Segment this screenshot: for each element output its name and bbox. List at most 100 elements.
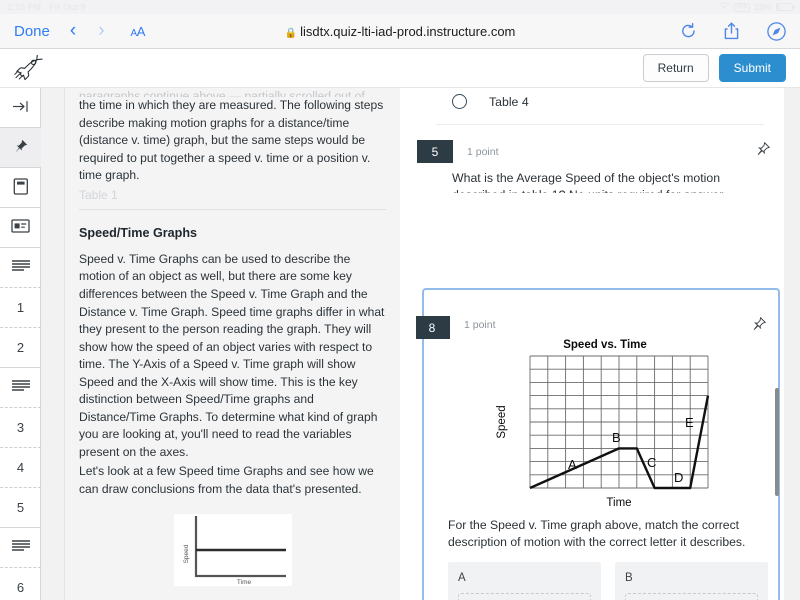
document-body-paragraph: Speed v. Time Graphs can be used to desc…	[79, 251, 385, 459]
rail-item-pin[interactable]	[0, 128, 41, 168]
chart-label-B: B	[612, 430, 621, 445]
question-5: 5 1 point What is the Average Speed of t…	[416, 140, 784, 193]
answer-card-a[interactable]: A No Answers Chosen	[448, 562, 601, 600]
paragraph-lines-icon	[11, 539, 31, 556]
pin-icon[interactable]	[752, 316, 767, 336]
question-8[interactable]: 8 1 point Speed vs. Time A B C D E Speed…	[416, 288, 780, 600]
chart-xlabel: Time	[606, 497, 631, 509]
rail-item-label: 4	[16, 460, 25, 475]
quiz-scrollbar-thumb[interactable]	[775, 388, 779, 496]
quiz-pane[interactable]: Table 4 5 1 point What is the Average Sp…	[416, 88, 784, 600]
document-divider	[79, 208, 386, 210]
paragraph-lines-icon	[11, 259, 31, 276]
document-clipped-heading: Table 1	[79, 187, 118, 199]
rail-item-paragraph-3[interactable]	[0, 528, 41, 568]
answer-dropzone[interactable]: No Answers Chosen	[625, 593, 758, 600]
radio-icon[interactable]	[452, 94, 467, 109]
status-bar-left: 2:15 PM Fri Oct 9	[7, 2, 86, 12]
rail-item-page-2[interactable]: 2	[0, 328, 41, 368]
question-8-number: 8	[416, 316, 450, 339]
paragraph-lines-icon	[11, 379, 31, 396]
rail-item-paragraph-1[interactable]	[0, 248, 41, 288]
question-5-number: 5	[417, 140, 453, 163]
battery-percent-label: 15%	[753, 2, 772, 12]
answer-dropzone-grid: A No Answers Chosen B No Answers Chosen …	[448, 562, 768, 600]
submit-button[interactable]: Submit	[718, 54, 786, 82]
chart-gridlines	[529, 355, 709, 489]
chart-ylabel: Speed	[496, 405, 508, 438]
done-button[interactable]: Done	[14, 23, 50, 40]
answer-option-label: Table 4	[489, 94, 529, 109]
book-icon	[13, 177, 29, 198]
return-button[interactable]: Return	[642, 54, 709, 82]
text-size-button[interactable]: AA	[131, 24, 146, 39]
answer-dropzone[interactable]: No Answers Chosen	[458, 593, 591, 600]
vpn-badge: VPN	[733, 2, 750, 12]
quiz-scrollbar-track[interactable]	[784, 88, 800, 600]
document-body-paragraph-2: Let's look at a few Speed time Graphs an…	[79, 464, 374, 496]
chart-title: Speed vs. Time	[563, 339, 647, 351]
mini-chart-ylabel: Speed	[183, 545, 190, 564]
chart-label-A: A	[568, 457, 577, 472]
mini-speed-time-chart: Speed Time	[173, 514, 292, 587]
rail-item-book[interactable]	[0, 168, 41, 208]
answer-letter: A	[458, 572, 466, 584]
safari-toolbar: Done ‹ › AA 🔒 lisdtx.quiz-lti-iad-prod.in…	[0, 14, 800, 49]
nav-buttons: ‹ ›	[70, 20, 105, 42]
rail-item-label: 1	[16, 300, 25, 315]
rail-item-collapse-panel[interactable]	[0, 88, 41, 128]
pin-icon[interactable]	[756, 141, 771, 161]
status-bar-time: 2:15 PM	[7, 2, 42, 12]
rail-item-note-card[interactable]	[0, 208, 41, 248]
address-bar[interactable]: 🔒 lisdtx.quiz-lti-iad-prod.instructure.co…	[0, 24, 800, 39]
rail-item-page-3[interactable]: 3	[0, 408, 41, 448]
question-5-points: 1 point	[467, 145, 499, 158]
rocket-icon	[14, 54, 44, 81]
ios-status-bar: 2:15 PM Fri Oct 9 VPN 15%	[0, 0, 800, 14]
answer-option-table4[interactable]: Table 4	[416, 88, 784, 115]
question-divider	[436, 124, 764, 125]
chart-label-D: D	[674, 470, 683, 485]
rail-item-label: 5	[16, 500, 25, 515]
quiz-action-buttons: Return Submit	[642, 54, 786, 82]
ipad-safari-quiz-screen: 2:15 PM Fri Oct 9 VPN 15% Done ‹ › AA 🔒 l…	[0, 0, 800, 600]
chevron-right-icon[interactable]: ›	[98, 20, 104, 42]
wifi-icon	[719, 2, 730, 12]
rail-item-page-1[interactable]: 1	[0, 288, 41, 328]
address-bar-url: lisdtx.quiz-lti-iad-prod.instructure.com	[300, 23, 516, 39]
mini-chart-xlabel: Time	[236, 579, 251, 586]
question-5-text: What is the Average Speed of the object'…	[452, 171, 726, 193]
note-card-icon	[11, 219, 30, 236]
safari-compass-icon[interactable]	[767, 21, 786, 41]
chevron-left-icon[interactable]: ‹	[70, 20, 76, 42]
rail-item-paragraph-2[interactable]	[0, 368, 41, 408]
document-tool-rail: 1 2 3 4 5 6 7	[0, 88, 41, 600]
status-bar-date: Fri Oct 9	[49, 2, 86, 12]
question-5-header: 5 1 point	[416, 140, 784, 163]
answer-letter: B	[625, 572, 633, 584]
pin-icon	[13, 139, 28, 157]
share-icon[interactable]	[724, 22, 739, 40]
document-intro-paragraph: the time in which they are measured. The…	[79, 98, 384, 183]
answer-card-b[interactable]: B No Answers Chosen	[615, 562, 768, 600]
rail-item-label: 6	[16, 580, 25, 595]
collapse-panel-icon	[12, 100, 29, 116]
rail-item-label: 3	[16, 420, 25, 435]
lock-icon: 🔒	[284, 27, 298, 39]
speed-vs-time-chart: Speed vs. Time A B C D E Speed Time	[496, 339, 710, 509]
rail-item-page-6[interactable]: 6	[0, 568, 41, 600]
rail-item-page-5[interactable]: 5	[0, 488, 41, 528]
document-clipped-top-line: paragraphs continue above — partially sc…	[79, 89, 365, 97]
document-section-heading: Speed/Time Graphs	[79, 225, 198, 240]
chart-label-E: E	[685, 415, 694, 430]
document-gutter	[41, 88, 65, 600]
status-bar-right: VPN 15%	[719, 2, 795, 12]
question-8-points: 1 point	[464, 319, 496, 331]
app-header-bar: Return Submit	[0, 49, 800, 88]
document-card: paragraphs continue above — partially sc…	[65, 88, 400, 600]
toolbar-actions	[681, 21, 786, 41]
document-pane[interactable]: paragraphs continue above — partially sc…	[65, 88, 400, 600]
reload-icon[interactable]	[681, 23, 696, 39]
rail-item-page-4[interactable]: 4	[0, 448, 41, 488]
rail-item-label: 2	[16, 340, 25, 355]
